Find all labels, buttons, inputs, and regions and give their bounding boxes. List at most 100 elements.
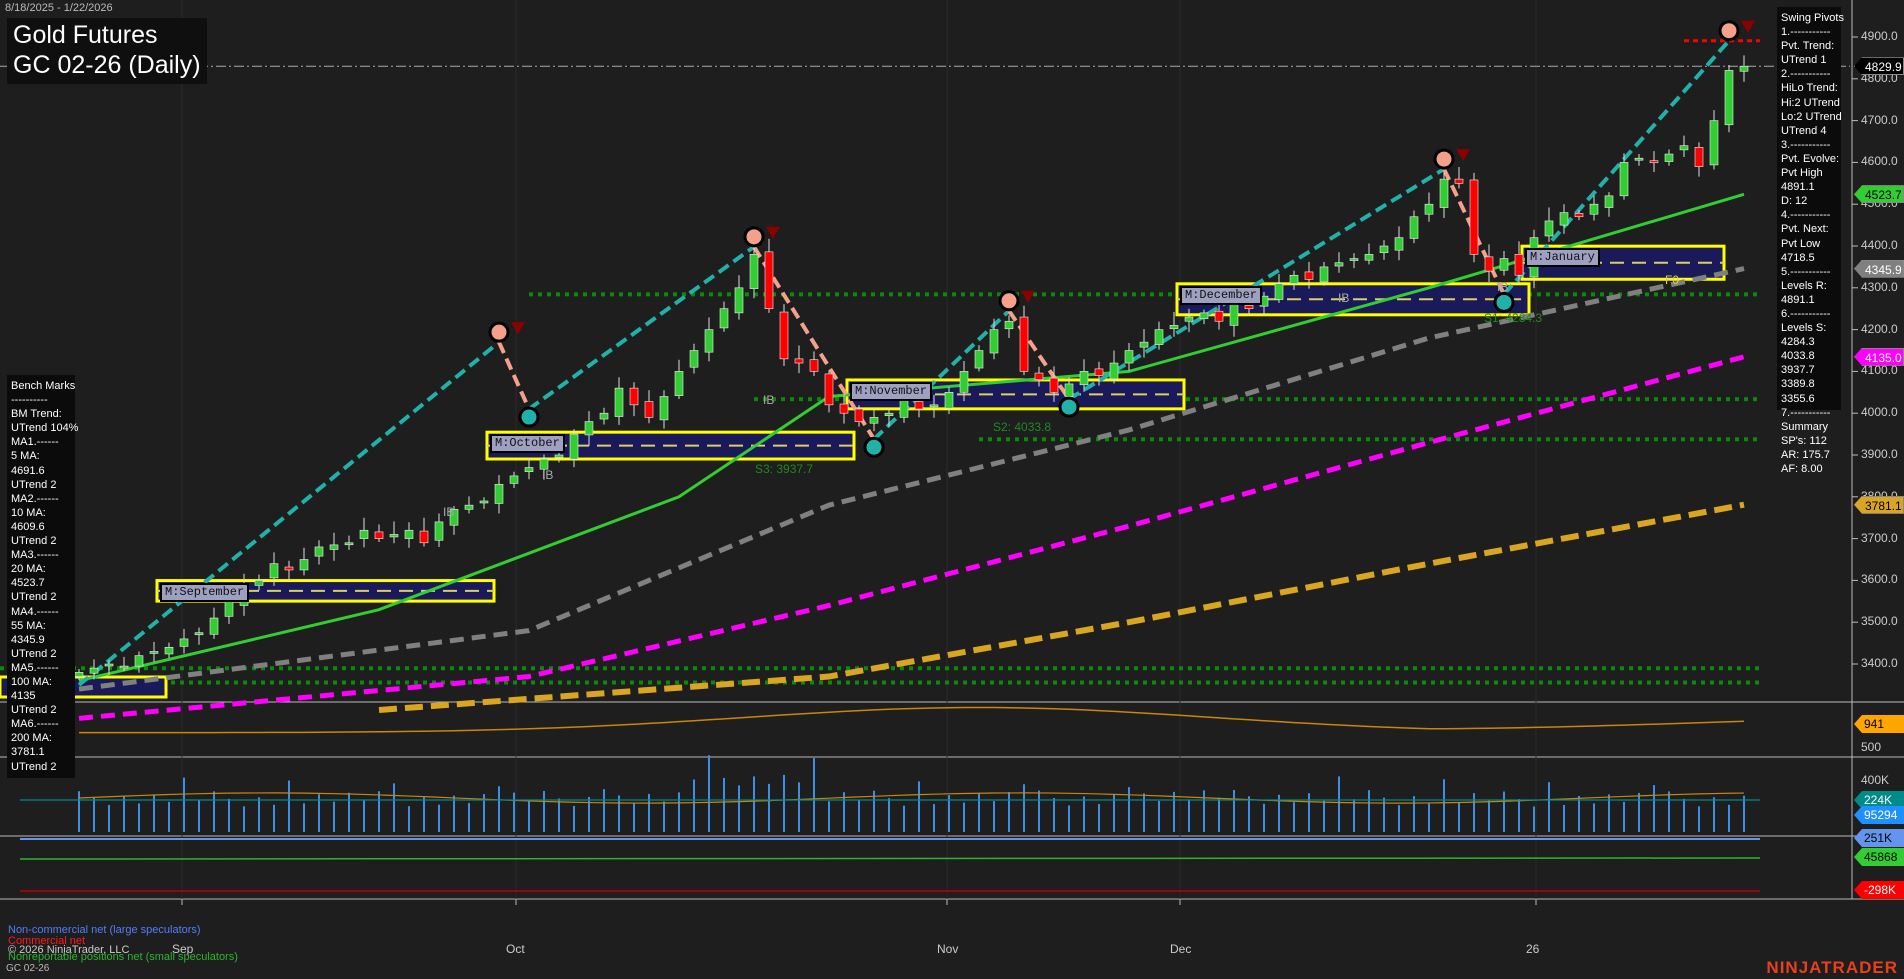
candle: [525, 458, 533, 479]
candle-body: [1635, 158, 1643, 160]
candle: [795, 345, 803, 373]
candle: [375, 524, 383, 542]
swing-pivots-panel: Swing Pivots1.-----------Pvt. Trend:UTre…: [1777, 7, 1841, 410]
price-tick-label: 4600.0: [1861, 154, 1898, 168]
bench-mark-line: 3781.1: [11, 745, 71, 759]
candle-body: [840, 404, 848, 413]
support-label: S2: 4033.8: [993, 420, 1051, 434]
uptrend-line: [874, 311, 1009, 439]
candle: [1230, 301, 1238, 337]
candle-body: [1020, 317, 1028, 371]
candle-body: [270, 564, 278, 578]
swing-pivot-line: Pvt. Evolve:: [1781, 152, 1837, 166]
candle: [150, 642, 158, 662]
candle-body: [555, 455, 563, 458]
candle-body: [1350, 259, 1358, 261]
candle: [645, 390, 653, 423]
candle: [360, 518, 368, 548]
swing-pivot-line: 3389.8: [1781, 377, 1837, 391]
candle-body: [1710, 121, 1718, 165]
bench-mark-line: 4345.9: [11, 633, 71, 647]
candle: [1155, 322, 1163, 350]
candle: [1710, 110, 1718, 169]
candle: [405, 522, 413, 547]
swing-pivot-line: UTrend 1: [1781, 53, 1837, 67]
swing-pivot-line: SP's: 112: [1781, 434, 1837, 448]
swing-pivot-line: AR: 175.7: [1781, 448, 1837, 462]
price-tag: 3781.1: [1854, 496, 1904, 514]
candle: [1695, 142, 1703, 176]
indicator-tag: 941: [1854, 715, 1904, 733]
candle-body: [1005, 321, 1013, 329]
candle-body: [960, 371, 968, 392]
bench-mark-line: ----------: [11, 393, 71, 407]
date-range: 8/18/2025 - 1/22/2026: [5, 2, 113, 14]
price-tick-label: 4000.0: [1861, 405, 1898, 419]
candle-body: [1275, 284, 1283, 300]
price-tick-label: 3500.0: [1861, 614, 1898, 628]
candle: [1560, 204, 1568, 234]
candle-body: [915, 401, 923, 409]
price-chart[interactable]: [0, 0, 1904, 979]
candle-body: [1620, 162, 1628, 195]
candle: [1020, 306, 1028, 375]
candle-body: [1665, 154, 1673, 162]
candle: [390, 521, 398, 543]
candle: [1725, 65, 1733, 132]
candle-body: [1680, 146, 1688, 150]
swing-high-triangle: [1741, 21, 1755, 33]
price-tag: 4829.9: [1854, 57, 1904, 75]
candle-body: [720, 309, 728, 328]
swing-pivot-line: Levels S:: [1781, 321, 1837, 335]
indicator-tag: 95294: [1854, 806, 1904, 824]
bench-mark-line: UTrend 2: [11, 760, 71, 774]
candle-body: [735, 288, 743, 313]
price-tick-label: 3700.0: [1861, 531, 1898, 545]
swing-pivot-line: 4891.1: [1781, 180, 1837, 194]
atr-line: [79, 708, 1744, 733]
candle: [420, 518, 428, 547]
ib-label: IB: [1497, 280, 1508, 294]
candle-body: [315, 547, 323, 556]
candle-body: [285, 567, 293, 570]
candle-body: [495, 484, 503, 503]
price-tag: 4523.7: [1854, 185, 1904, 203]
candle: [630, 382, 638, 416]
candle-body: [1410, 217, 1418, 239]
candle-body: [825, 374, 833, 405]
candle-body: [1740, 66, 1748, 71]
candle-body: [1200, 313, 1208, 319]
swing-low-marker: [520, 408, 538, 426]
swing-pivot-line: 6.-----------: [1781, 307, 1837, 321]
candle: [1455, 167, 1463, 188]
candle: [1545, 208, 1553, 242]
candle-body: [675, 371, 683, 395]
candle: [660, 390, 668, 428]
swing-pivot-line: Pvt. Next:: [1781, 222, 1837, 236]
candle-body: [105, 664, 113, 666]
swing-pivot-line: 4.-----------: [1781, 208, 1837, 222]
candle-body: [1650, 161, 1658, 163]
candle: [765, 239, 773, 313]
swing-pivot-line: Levels R:: [1781, 279, 1837, 293]
bench-mark-line: 20 MA:: [11, 562, 71, 576]
candle: [345, 536, 353, 550]
swing-pivot-line: 4718.5: [1781, 251, 1837, 265]
candle-body: [465, 505, 473, 509]
time-label: Nov: [937, 942, 958, 956]
candle-body: [945, 392, 953, 408]
support-label: S1: 4284.3: [1484, 311, 1542, 325]
candle-body: [690, 351, 698, 368]
candle-body: [360, 530, 368, 538]
candle-body: [435, 522, 443, 540]
bench-mark-line: 10 MA:: [11, 506, 71, 520]
bench-mark-line: 4609.6: [11, 520, 71, 534]
candle-body: [405, 530, 413, 538]
candle: [1110, 351, 1118, 384]
bench-mark-line: MA4.------: [11, 605, 71, 619]
candle: [285, 561, 293, 581]
candle-body: [1230, 305, 1238, 326]
candle: [810, 351, 818, 376]
month-label: M:January: [1525, 248, 1600, 267]
swing-high-triangle: [766, 227, 780, 239]
